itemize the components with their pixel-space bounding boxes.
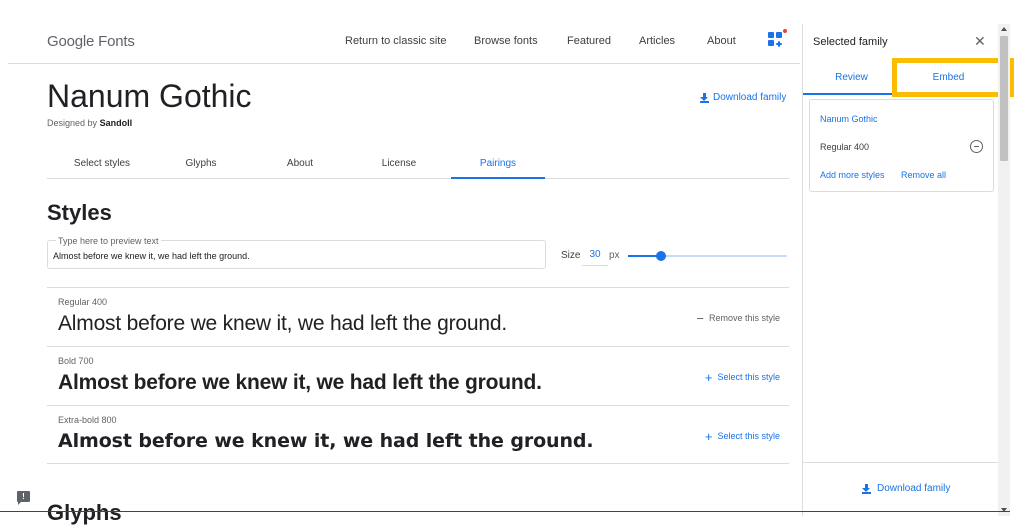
panel-title: Selected family — [813, 36, 888, 48]
nav-browse-fonts[interactable]: Browse fonts — [474, 35, 538, 47]
nav-featured[interactable]: Featured — [567, 35, 611, 47]
tab-select-styles[interactable]: Select styles — [55, 158, 149, 169]
tab-license[interactable]: License — [352, 158, 446, 169]
size-slider-thumb[interactable] — [656, 251, 667, 261]
selected-family-card: Nanum Gothic Regular 400 Add more styles… — [809, 99, 994, 192]
tab-embed[interactable]: Embed — [900, 72, 997, 83]
selected-style-name: Regular 400 — [820, 142, 870, 152]
selected-family-panel: Selected family ✕ Review Embed Nanum Got… — [802, 24, 999, 516]
select-style-button[interactable]: + Select this style — [704, 428, 780, 444]
nav-articles[interactable]: Articles — [639, 35, 675, 47]
download-icon — [862, 483, 871, 494]
family-name-link[interactable]: Nanum Gothic — [820, 114, 878, 124]
nav-return-classic[interactable]: Return to classic site — [345, 35, 446, 47]
designer-name[interactable]: Sandoll — [100, 118, 133, 128]
scrollbar-thumb[interactable] — [1000, 36, 1008, 161]
tab-review[interactable]: Review — [803, 72, 900, 83]
remove-all-link[interactable]: Remove all — [901, 170, 946, 180]
nav-about[interactable]: About — [707, 35, 736, 47]
size-label: Size — [561, 250, 581, 261]
download-family-button[interactable]: Download family — [700, 92, 786, 103]
designed-by-label: Designed by — [47, 118, 98, 128]
panel-download-label: Download family — [877, 483, 951, 494]
tab-about[interactable]: About — [253, 158, 347, 169]
main-content: Google Fonts Return to classic site Brow… — [0, 0, 802, 527]
preview-text-label: Type here to preview text — [56, 236, 161, 246]
style-name: Extra-bold 800 — [58, 415, 117, 425]
style-name: Bold 700 — [58, 356, 94, 366]
preview-text-field[interactable]: Type here to preview text — [47, 236, 546, 269]
designer-credit: Designed by Sandoll — [47, 118, 132, 128]
style-sample-text: Almost before we knew it, we had left th… — [58, 430, 594, 452]
remove-style-button[interactable]: − Remove this style — [696, 310, 780, 326]
style-sample-text: Almost before we knew it, we had left th… — [58, 312, 507, 335]
style-row-extra-bold-800: Extra-bold 800 Almost before we knew it,… — [47, 405, 789, 464]
top-navigation-bar: Google Fonts Return to classic site Brow… — [8, 24, 800, 64]
minus-icon: − — [696, 310, 704, 326]
plus-icon: + — [704, 428, 713, 444]
font-title: Nanum Gothic — [47, 78, 252, 114]
active-tab-indicator — [451, 177, 545, 179]
download-icon — [700, 92, 709, 103]
glyphs-heading: Glyphs — [47, 500, 122, 525]
apps-add-icon[interactable] — [768, 29, 787, 48]
window-bottom-edge — [0, 511, 1010, 512]
select-style-label: Select this style — [717, 431, 780, 441]
tab-glyphs[interactable]: Glyphs — [154, 158, 248, 169]
remove-style-label: Remove this style — [708, 313, 780, 323]
panel-footer: Download family — [803, 462, 999, 516]
style-sample-text: Almost before we knew it, we had left th… — [58, 371, 542, 394]
select-style-button[interactable]: + Select this style — [704, 369, 780, 385]
download-family-label: Download family — [713, 92, 787, 103]
select-style-label: Select this style — [717, 372, 780, 382]
add-more-styles-link[interactable]: Add more styles — [820, 170, 885, 180]
tab-pairings[interactable]: Pairings — [451, 158, 545, 169]
font-tabs: Select styles Glyphs About License Pairi… — [47, 149, 789, 179]
panel-download-family-button[interactable]: Download family — [862, 483, 950, 494]
style-row-regular-400: Regular 400 Almost before we knew it, we… — [47, 287, 789, 346]
style-name: Regular 400 — [58, 297, 108, 307]
preview-text-input[interactable] — [53, 251, 533, 261]
plus-icon: + — [704, 369, 713, 385]
google-fonts-logo[interactable]: Google Fonts — [47, 33, 135, 50]
close-icon[interactable]: ✕ — [974, 34, 986, 48]
active-panel-tab-indicator — [803, 93, 900, 95]
size-input[interactable]: 30 — [582, 244, 608, 266]
style-row-bold-700: Bold 700 Almost before we knew it, we ha… — [47, 346, 789, 405]
feedback-icon[interactable]: ! — [17, 491, 30, 505]
remove-circle-icon[interactable] — [970, 140, 983, 153]
styles-heading: Styles — [47, 200, 112, 225]
vertical-scrollbar[interactable] — [998, 24, 1010, 516]
scroll-up-arrow-icon[interactable] — [1001, 27, 1007, 31]
size-unit-label: px — [609, 250, 620, 261]
